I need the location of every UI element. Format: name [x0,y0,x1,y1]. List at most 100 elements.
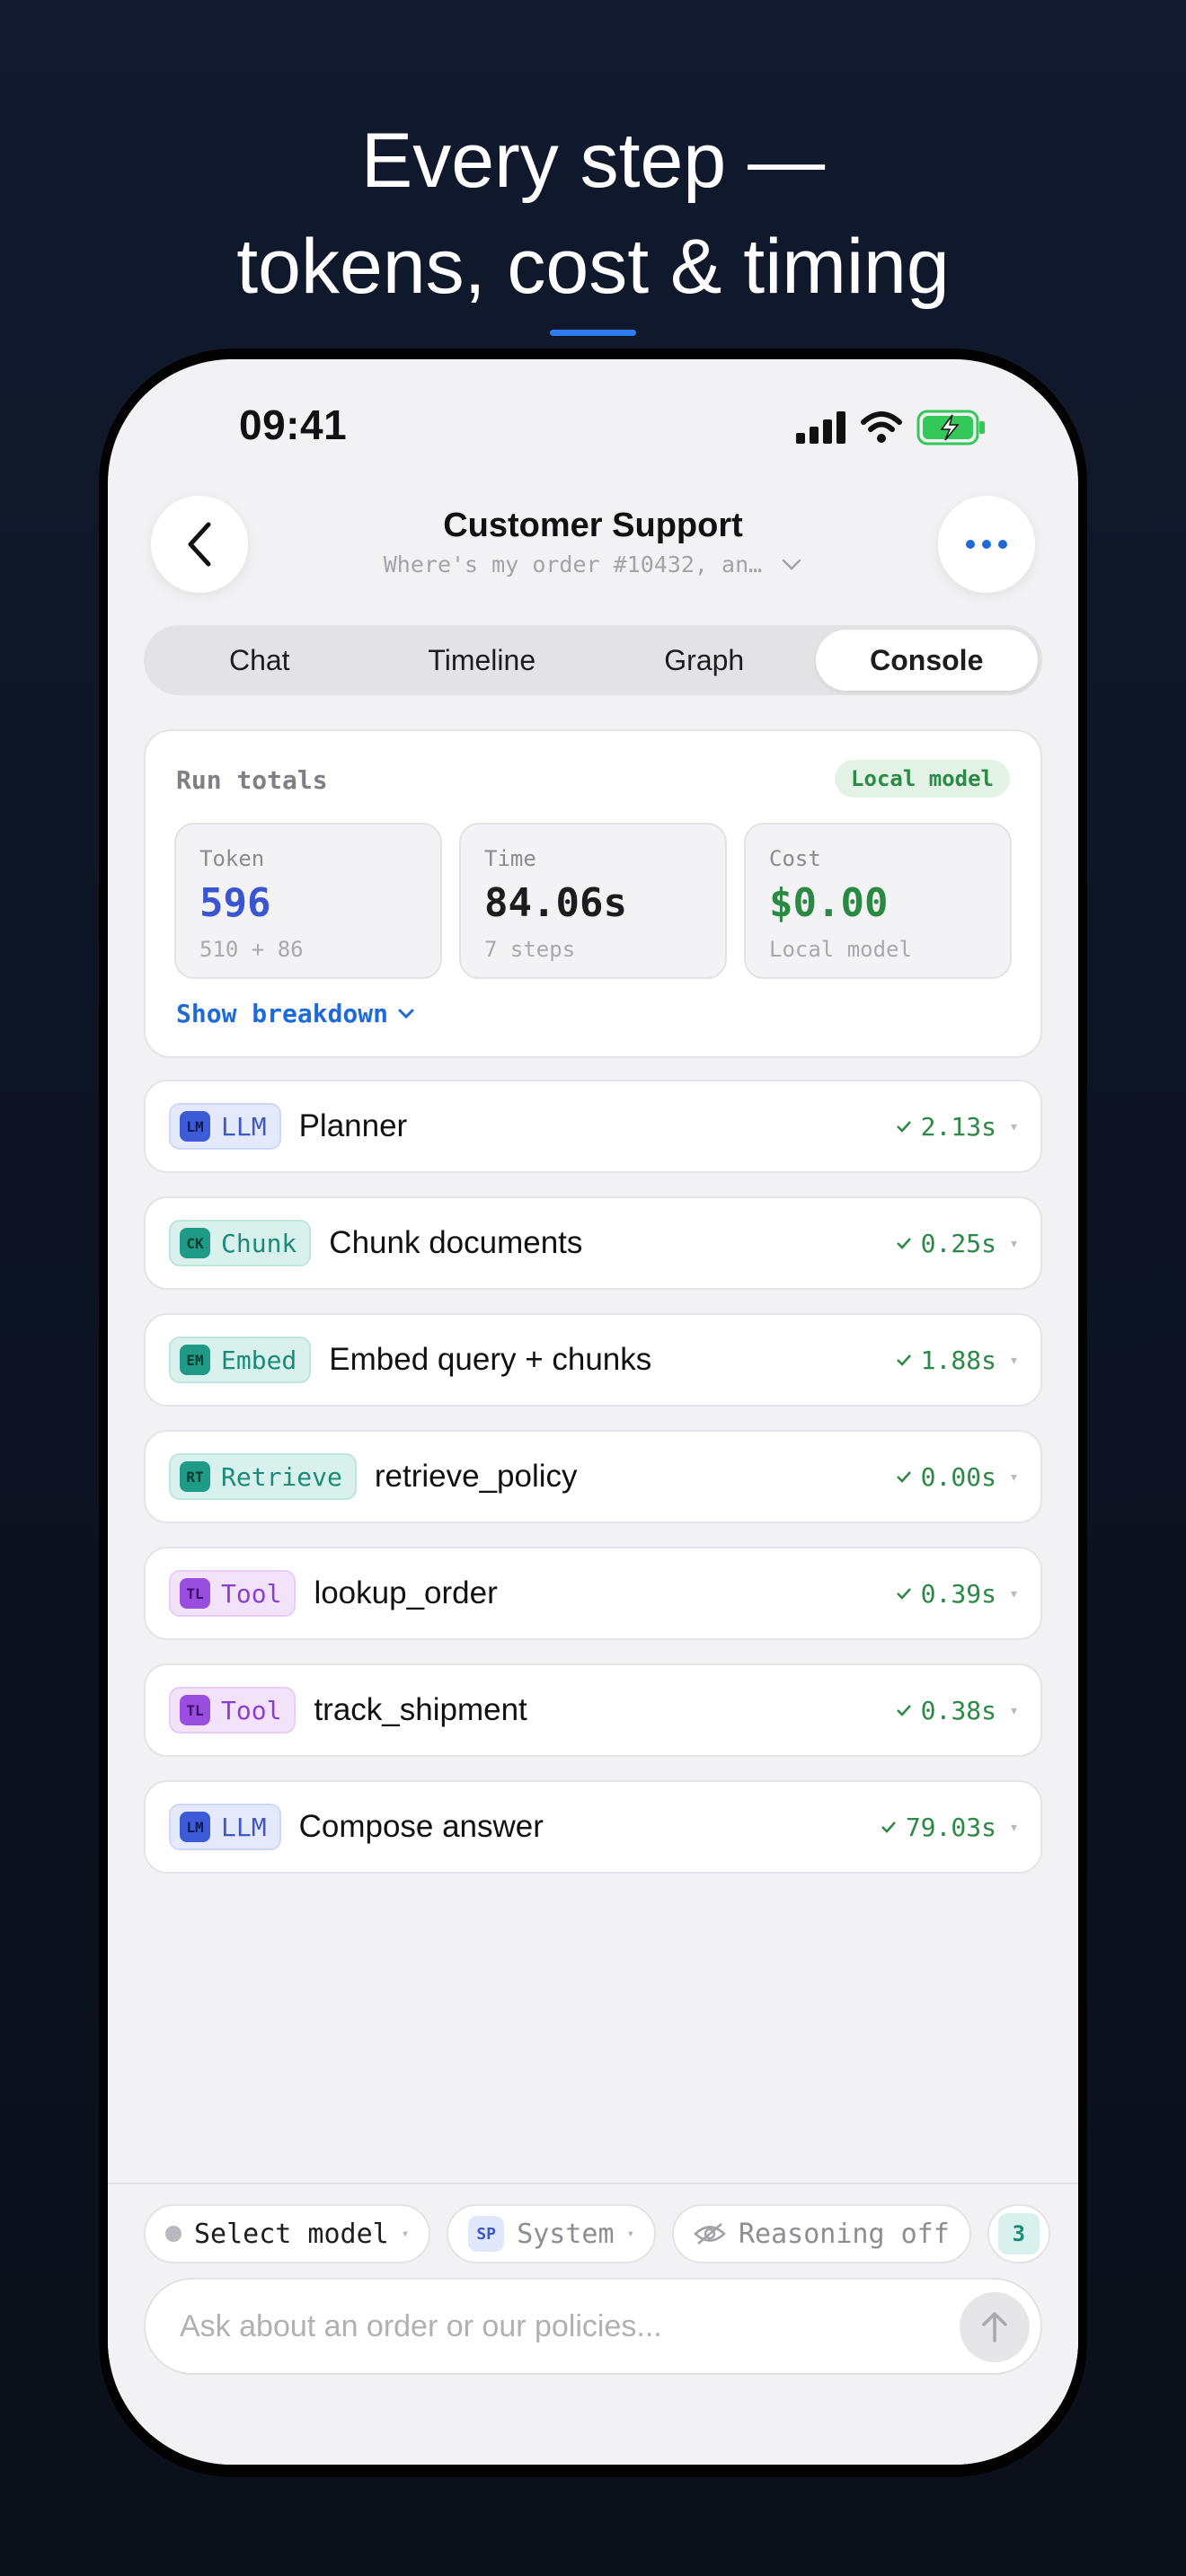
step-duration-value: 2.13s [920,1111,996,1142]
checkmark-icon [896,1121,911,1133]
hero-line-1: Every step — [360,118,826,204]
step-row[interactable]: LM LLM Compose answer 79.03s ▾ [144,1780,1042,1874]
step-row[interactable]: LM LLM Planner 2.13s ▾ [144,1080,1042,1173]
step-duration: 79.03s [881,1813,996,1842]
expand-caret-icon: ▾ [1010,1235,1017,1250]
step-duration-value: 0.38s [920,1695,996,1725]
step-duration: 1.88s [896,1345,996,1375]
step-row[interactable]: EM Embed Embed query + chunks 1.88s ▾ [144,1313,1042,1407]
system-prompt-chip[interactable]: SP System ▾ [447,2204,656,2263]
step-row[interactable]: CK Chunk Chunk documents 0.25s ▾ [144,1196,1042,1290]
tab-console[interactable]: Console [815,630,1038,691]
cost-value: $0.00 [769,880,889,926]
checkmark-icon [881,1822,896,1833]
tab-chat[interactable]: Chat [148,630,371,691]
time-label: Time [484,846,536,871]
step-duration: 0.38s [896,1696,996,1725]
phone-screen: 09:41 Customer Support Where's my order … [108,359,1078,2465]
conversation-subtitle-text: Where's my order #10432, an… [383,551,763,578]
token-label: Token [199,846,265,871]
step-type-badge: CK Chunk [169,1220,312,1266]
checkmark-icon [896,1705,911,1716]
step-type-badge: TL Tool [169,1570,296,1617]
step-type-code: TL [180,1578,210,1609]
tab-graph[interactable]: Graph [593,630,816,691]
chevron-down-icon [783,559,801,570]
system-prompt-label: System [517,2218,615,2250]
step-name: track_shipment [314,1692,527,1727]
step-type-badge: LM LLM [169,1804,281,1850]
run-totals-title: Run totals [176,765,328,795]
expand-caret-icon: ▾ [1010,1702,1017,1717]
step-type-code: TL [180,1695,210,1725]
step-duration-value: 0.00s [920,1461,996,1492]
step-duration-value: 79.03s [905,1812,996,1842]
send-button[interactable] [960,2292,1030,2362]
checkmark-icon [896,1238,911,1249]
step-duration-value: 0.25s [920,1228,996,1258]
hero-line-2: tokens, cost & timing [236,224,950,310]
signal-icon [796,411,845,444]
checkmark-icon [896,1588,911,1600]
conversation-subtitle[interactable]: Where's my order #10432, an… [108,551,1078,578]
status-icons [796,408,987,447]
step-type-label: LLM [221,1812,267,1842]
model-select-label: Select model [194,2218,389,2250]
step-type-code: LM [180,1111,210,1142]
dropdown-caret-icon: ▾ [626,2227,634,2241]
composer: Select model ▾ SP System ▾ Reasoning off… [108,2183,1078,2465]
tab-timeline[interactable]: Timeline [371,630,594,691]
step-type-code: CK [180,1228,210,1258]
time-value: 84.06s [484,880,627,926]
step-name: Compose answer [298,1809,544,1844]
step-name: lookup_order [314,1575,498,1610]
chevron-down-icon [398,1009,414,1019]
step-duration: 0.25s [896,1229,996,1258]
step-duration: 0.00s [896,1462,996,1492]
step-row[interactable]: RT Retrieve retrieve_policy 0.00s ▾ [144,1430,1042,1523]
more-button[interactable] [938,496,1035,593]
step-name: Chunk documents [329,1225,583,1260]
step-type-code: RT [180,1461,210,1492]
step-name: retrieve_policy [374,1459,578,1494]
reasoning-label: Reasoning off [739,2218,950,2250]
cost-label: Cost [769,846,821,871]
step-row[interactable]: TL Tool lookup_order 0.39s ▾ [144,1547,1042,1640]
extra-chip-badge: 3 [997,2213,1040,2254]
expand-caret-icon: ▾ [1010,1819,1017,1834]
show-breakdown-link[interactable]: Show breakdown [176,999,415,1028]
extra-chip[interactable]: 3 [987,2204,1050,2263]
time-sub: 7 steps [484,937,576,962]
step-name: Planner [298,1108,408,1143]
view-tabs: Chat Timeline Graph Console [144,625,1042,695]
run-totals-card: Run totals Local model Token 596 510 + 8… [144,729,1042,1058]
step-type-badge: TL Tool [169,1687,296,1734]
reasoning-toggle-chip[interactable]: Reasoning off [672,2204,971,2263]
step-type-code: EM [180,1345,210,1375]
step-name: Embed query + chunks [329,1342,652,1377]
step-duration: 0.39s [896,1579,996,1609]
expand-caret-icon: ▾ [1010,1352,1017,1367]
checkmark-icon [896,1471,911,1483]
wifi-icon [861,411,902,443]
step-type-badge: RT Retrieve [169,1453,357,1500]
battery-charging-icon [916,410,985,446]
message-input-container [144,2278,1042,2375]
arrow-up-icon [982,2312,1007,2342]
cost-stat: Cost $0.00 Local model [744,823,1012,979]
time-stat: Time 84.06s 7 steps [459,823,727,979]
step-duration-value: 0.39s [920,1578,996,1609]
status-time: 09:41 [239,401,348,448]
step-row[interactable]: TL Tool track_shipment 0.38s ▾ [144,1663,1042,1757]
system-prompt-code: SP [468,2216,505,2252]
step-type-badge: LM LLM [169,1103,281,1150]
hero-underline [550,330,636,336]
hero-headline: Every step — tokens, cost & timing [0,108,1186,320]
show-breakdown-label: Show breakdown [176,999,389,1028]
model-select-chip[interactable]: Select model ▾ [144,2204,431,2263]
step-duration: 2.13s [896,1112,996,1142]
step-type-badge: EM Embed [169,1337,312,1383]
step-type-label: Chunk [221,1228,297,1258]
message-input[interactable] [180,2280,916,2373]
expand-caret-icon: ▾ [1010,1469,1017,1484]
